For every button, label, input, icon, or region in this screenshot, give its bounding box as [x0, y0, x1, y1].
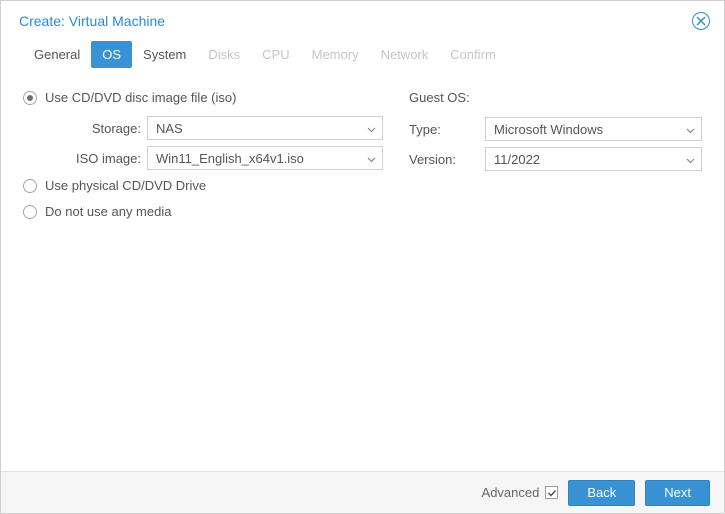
tab-memory: Memory [301, 41, 370, 68]
create-vm-dialog: Create: Virtual Machine General OS Syste… [0, 0, 725, 514]
footer-bar: Advanced Back Next [1, 471, 724, 513]
content-area: Use CD/DVD disc image file (iso) Storage… [1, 80, 724, 471]
guest-version-value: 11/2022 [494, 152, 540, 167]
tab-general[interactable]: General [23, 41, 91, 68]
radio-icon [23, 91, 37, 105]
guest-os-heading: Guest OS: [409, 90, 702, 105]
tab-os[interactable]: OS [91, 41, 132, 68]
advanced-label: Advanced [482, 485, 540, 500]
iso-image-label: ISO image: [23, 151, 141, 166]
tab-system[interactable]: System [132, 41, 197, 68]
chevron-down-icon [686, 152, 695, 167]
radio-icon [23, 179, 37, 193]
chevron-down-icon [367, 151, 376, 166]
back-button[interactable]: Back [568, 480, 635, 506]
radio-use-iso[interactable]: Use CD/DVD disc image file (iso) [23, 90, 383, 105]
guest-type-select[interactable]: Microsoft Windows [485, 117, 702, 141]
iso-image-value: Win11_English_x64v1.iso [156, 151, 304, 166]
storage-label: Storage: [23, 121, 141, 136]
checkbox-icon [545, 486, 558, 499]
guest-version-select[interactable]: 11/2022 [485, 147, 702, 171]
radio-no-media[interactable]: Do not use any media [23, 204, 383, 219]
wizard-tabs: General OS System Disks CPU Memory Netwo… [1, 41, 724, 80]
storage-value: NAS [156, 121, 183, 136]
close-icon[interactable] [692, 12, 710, 30]
tab-disks: Disks [197, 41, 251, 68]
dialog-title: Create: Virtual Machine [19, 13, 165, 29]
guest-type-value: Microsoft Windows [494, 122, 603, 137]
chevron-down-icon [686, 122, 695, 137]
titlebar: Create: Virtual Machine [1, 1, 724, 41]
iso-image-select[interactable]: Win11_English_x64v1.iso [147, 146, 383, 170]
chevron-down-icon [367, 121, 376, 136]
radio-label-iso: Use CD/DVD disc image file (iso) [45, 90, 236, 105]
guest-os-column: Guest OS: Type: Microsoft Windows Versio… [409, 90, 702, 461]
tab-network: Network [370, 41, 440, 68]
radio-label-none: Do not use any media [45, 204, 171, 219]
storage-select[interactable]: NAS [147, 116, 383, 140]
radio-label-physical: Use physical CD/DVD Drive [45, 178, 206, 193]
next-button[interactable]: Next [645, 480, 710, 506]
radio-icon [23, 205, 37, 219]
radio-use-physical[interactable]: Use physical CD/DVD Drive [23, 178, 383, 193]
tab-confirm: Confirm [439, 41, 507, 68]
advanced-toggle[interactable]: Advanced [482, 485, 559, 500]
version-label: Version: [409, 152, 479, 167]
media-column: Use CD/DVD disc image file (iso) Storage… [23, 90, 383, 461]
type-label: Type: [409, 122, 479, 137]
tab-cpu: CPU [251, 41, 300, 68]
